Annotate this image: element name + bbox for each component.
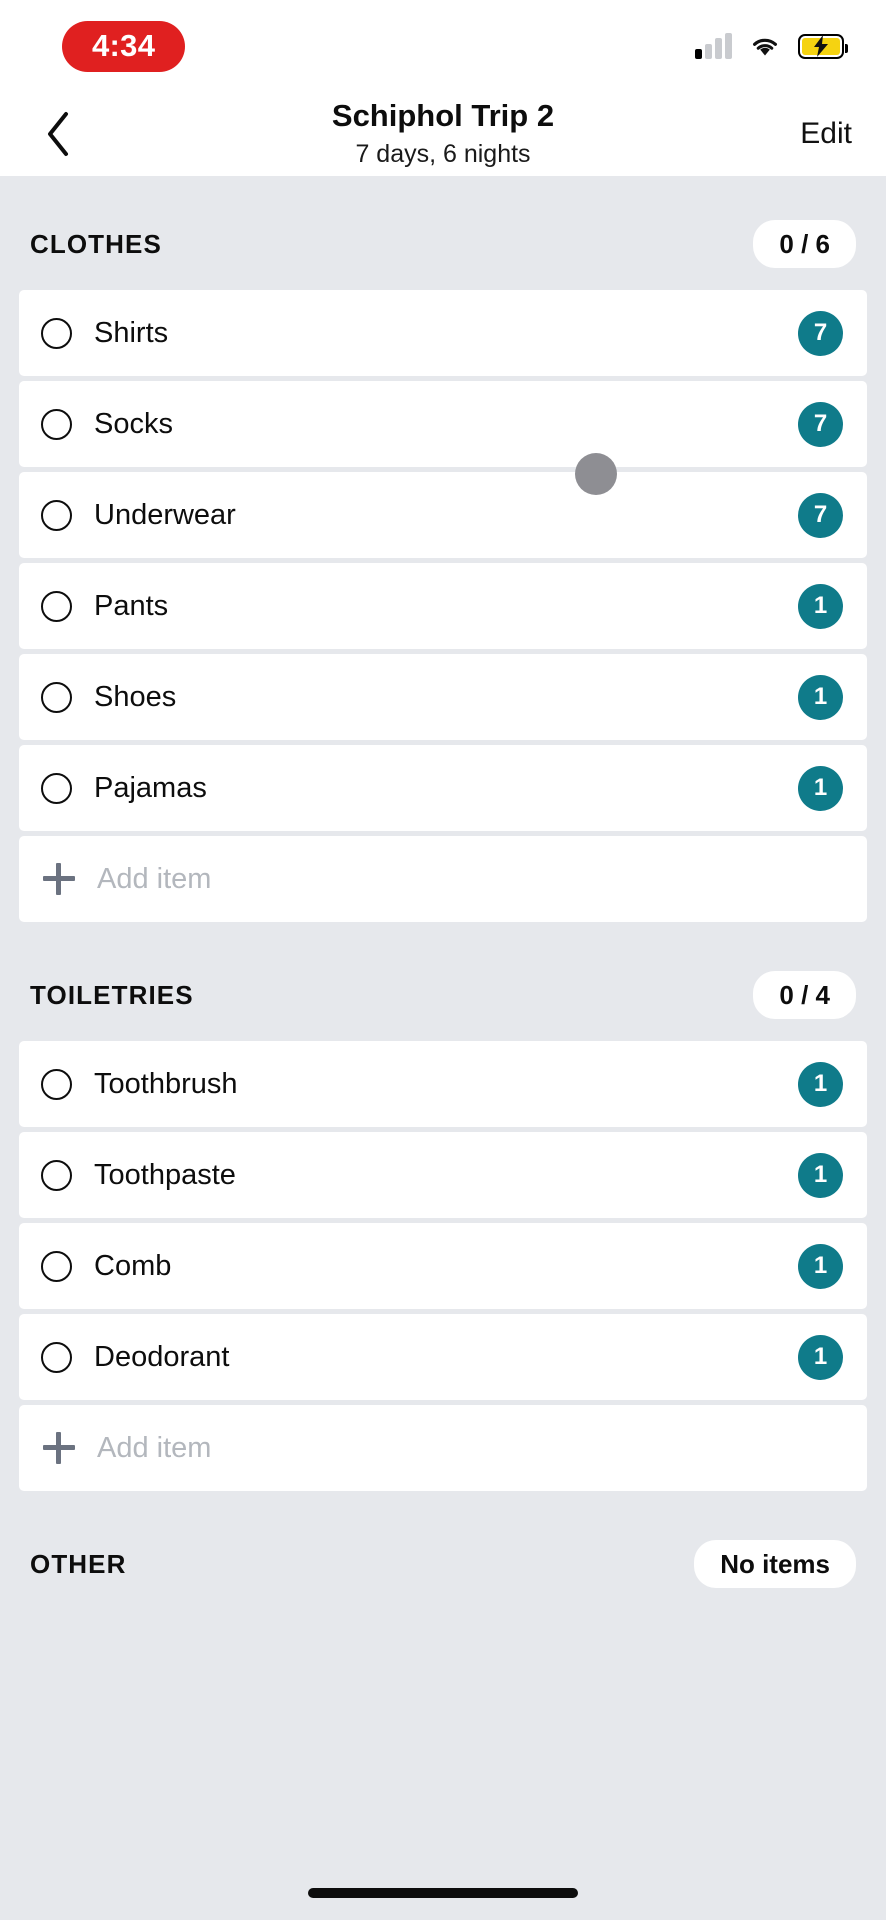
plus-icon xyxy=(43,1432,75,1464)
list-item[interactable]: Shirts 7 xyxy=(19,290,867,376)
section-title: TOILETRIES xyxy=(30,979,194,1010)
item-quantity-badge[interactable]: 1 xyxy=(798,1152,843,1198)
item-quantity-badge[interactable]: 1 xyxy=(798,1061,843,1107)
item-checkbox[interactable] xyxy=(41,499,72,531)
item-quantity-badge[interactable]: 7 xyxy=(798,310,843,356)
app-screen: 4:34 Schiphol Trip 2 7 days, 6 nights Ed… xyxy=(0,0,886,1920)
recording-time-pill[interactable]: 4:34 xyxy=(62,20,186,72)
section: TOILETRIES 0 / 4 Toothbrush 1 Toothpaste 1 Com… xyxy=(0,927,886,1491)
section-count-badge: 0 / 6 xyxy=(753,220,856,268)
item-checkbox[interactable] xyxy=(41,408,72,440)
item-checkbox[interactable] xyxy=(41,1250,72,1282)
section-count-badge: No items xyxy=(694,1540,856,1588)
home-indicator xyxy=(308,1888,578,1898)
list-item[interactable]: Pajamas 1 xyxy=(19,745,867,831)
item-label: Comb xyxy=(94,1249,172,1282)
section: OTHER No items xyxy=(0,1496,886,1610)
section-header: CLOTHES 0 / 6 xyxy=(0,176,886,290)
section: CLOTHES 0 / 6 Shirts 7 Socks 7 Underwear 7 Pants… xyxy=(0,176,886,922)
edit-button[interactable]: Edit xyxy=(796,111,856,157)
section-count-badge: 0 / 4 xyxy=(753,971,856,1019)
add-item-placeholder: Add item xyxy=(97,1431,212,1464)
status-icons xyxy=(695,33,848,59)
item-quantity-badge[interactable]: 1 xyxy=(798,1243,843,1289)
add-item-row[interactable]: Add item xyxy=(19,836,867,922)
item-quantity-badge[interactable]: 1 xyxy=(798,674,843,720)
item-quantity-badge[interactable]: 1 xyxy=(798,1334,843,1380)
item-quantity-badge[interactable]: 7 xyxy=(798,401,843,447)
item-checkbox[interactable] xyxy=(41,317,72,349)
battery-charging-icon xyxy=(798,33,848,59)
chevron-left-icon xyxy=(48,112,68,156)
section-header: TOILETRIES 0 / 4 xyxy=(0,927,886,1041)
item-checkbox[interactable] xyxy=(41,590,72,622)
section-title: CLOTHES xyxy=(30,228,162,259)
item-checkbox[interactable] xyxy=(41,772,72,804)
item-quantity-badge[interactable]: 1 xyxy=(798,765,843,811)
add-item-placeholder: Add item xyxy=(97,862,212,895)
item-label: Pants xyxy=(94,589,169,622)
item-label: Deodorant xyxy=(94,1340,230,1373)
item-quantity-badge[interactable]: 1 xyxy=(798,583,843,629)
list-item[interactable]: Shoes 1 xyxy=(19,654,867,740)
status-bar: 4:34 xyxy=(0,0,886,92)
item-label: Underwear xyxy=(94,498,236,531)
page-title: Schiphol Trip 2 xyxy=(331,97,555,133)
add-item-row[interactable]: Add item xyxy=(19,1405,867,1491)
sections-container: CLOTHES 0 / 6 Shirts 7 Socks 7 Underwear 7 Pants… xyxy=(0,176,886,1610)
item-label: Toothbrush xyxy=(94,1067,238,1100)
item-rows: Shirts 7 Socks 7 Underwear 7 Pants 1 Shoes 1 Pajam… xyxy=(0,290,886,922)
item-label: Toothpaste xyxy=(94,1158,236,1191)
item-quantity-badge[interactable]: 7 xyxy=(798,492,843,538)
list-item[interactable]: Toothbrush 1 xyxy=(19,1041,867,1127)
item-label: Socks xyxy=(94,407,173,440)
nav-title-block: Schiphol Trip 2 7 days, 6 nights xyxy=(0,97,886,172)
item-rows: Toothbrush 1 Toothpaste 1 Comb 1 Deodorant 1 Add… xyxy=(0,1041,886,1491)
plus-icon xyxy=(43,863,75,895)
item-label: Shoes xyxy=(94,680,177,713)
list-item[interactable]: Toothpaste 1 xyxy=(19,1132,867,1218)
list-item[interactable]: Comb 1 xyxy=(19,1223,867,1309)
list-item[interactable]: Deodorant 1 xyxy=(19,1314,867,1400)
cellular-signal-icon xyxy=(695,33,732,59)
item-checkbox[interactable] xyxy=(41,681,72,713)
packing-list-scroll[interactable]: CLOTHES 0 / 6 Shirts 7 Socks 7 Underwear 7 Pants… xyxy=(0,176,886,1920)
list-item[interactable]: Pants 1 xyxy=(19,563,867,649)
list-item[interactable]: Underwear 7 xyxy=(19,472,867,558)
page-subtitle: 7 days, 6 nights xyxy=(355,139,531,168)
item-checkbox[interactable] xyxy=(41,1341,72,1373)
wifi-icon xyxy=(753,38,777,56)
section-title: OTHER xyxy=(30,1548,127,1579)
item-checkbox[interactable] xyxy=(41,1068,72,1100)
item-label: Shirts xyxy=(94,316,169,349)
list-item[interactable]: Socks 7 xyxy=(19,381,867,467)
item-checkbox[interactable] xyxy=(41,1159,72,1191)
touch-indicator xyxy=(575,453,617,495)
section-header: OTHER No items xyxy=(0,1496,886,1610)
item-label: Pajamas xyxy=(94,771,207,804)
back-button[interactable] xyxy=(30,106,86,162)
navigation-bar: Schiphol Trip 2 7 days, 6 nights Edit xyxy=(0,92,886,176)
